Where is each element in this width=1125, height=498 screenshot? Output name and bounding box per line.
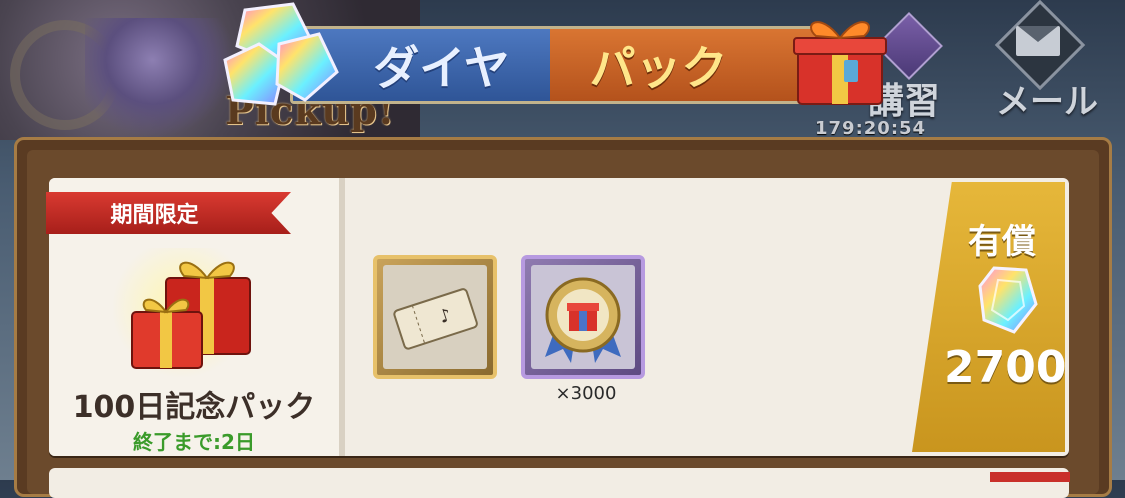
mail-icon[interactable] — [1016, 26, 1060, 56]
shop-tabs: ダイヤ パック — [290, 26, 830, 104]
next-pack-card[interactable] — [49, 468, 1069, 498]
ticket-item[interactable]: ♪ — [373, 255, 497, 379]
rainbow-gem-icon — [978, 266, 1038, 334]
price-value: 2700 — [944, 342, 1067, 393]
character-portrait — [85, 18, 235, 138]
next-pack-badge — [990, 472, 1070, 482]
gift-medal-item[interactable] — [521, 255, 645, 379]
pack-remaining-time: 終了まで:2日 — [133, 430, 255, 454]
pack-gift-icon — [112, 248, 252, 378]
gift-box-icon[interactable] — [790, 6, 890, 110]
gift-medal-icon — [545, 277, 621, 363]
lecture-timer: 179:20:54 — [815, 118, 927, 139]
gift-medal-quantity: ×3000 — [555, 383, 617, 404]
gift-medal-item-frame — [531, 265, 635, 369]
ticket-item-frame: ♪ — [383, 265, 487, 369]
ticket-icon: ♪ — [393, 288, 478, 350]
pack-name: 100日記念パック — [72, 390, 316, 425]
mail-label[interactable]: メール — [996, 74, 1098, 123]
price-type-label: 有償 — [968, 222, 1036, 262]
limited-badge: 期間限定 — [46, 192, 291, 234]
tab-pack[interactable]: パック — [550, 29, 827, 101]
diamond-gems-icon[interactable] — [215, 0, 340, 112]
